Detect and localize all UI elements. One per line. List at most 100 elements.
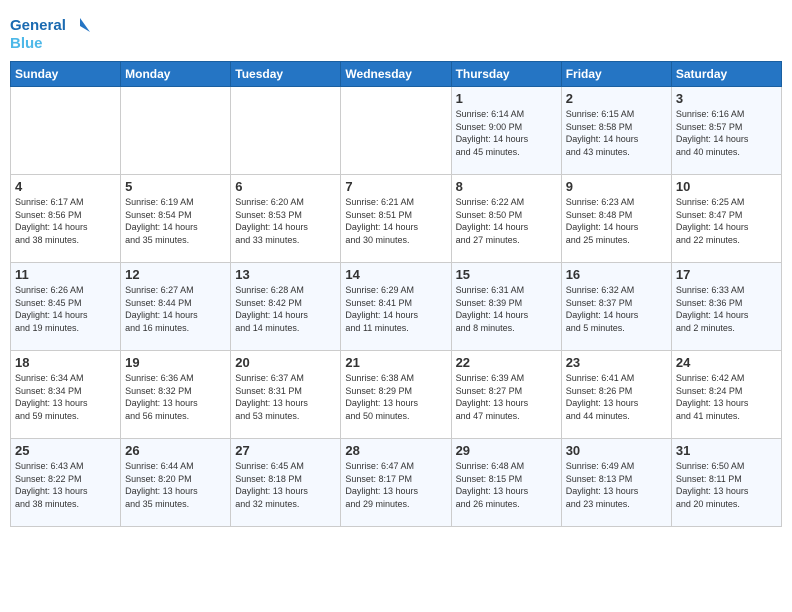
day-number: 27 xyxy=(235,443,336,458)
calendar-cell: 20Sunrise: 6:37 AM Sunset: 8:31 PM Dayli… xyxy=(231,351,341,439)
day-info: Sunrise: 6:45 AM Sunset: 8:18 PM Dayligh… xyxy=(235,460,336,510)
calendar-cell: 4 Sunrise: 6:17 AM Sunset: 8:56 PM Daylig… xyxy=(11,175,121,263)
calendar-week-row: 11 Sunrise: 6:26 AM Sunset: 8:45 PM Dayli… xyxy=(11,263,782,351)
day-number: 14 xyxy=(345,267,446,282)
calendar-cell: 15 Sunrise: 6:31 AM Sunset: 8:39 PM Dayli… xyxy=(451,263,561,351)
calendar-cell: 28 Sunrise: 6:47 AM Sunset: 8:17 PM Dayli… xyxy=(341,439,451,527)
day-header-monday: Monday xyxy=(121,62,231,87)
day-info: Sunrise: 6:15 AM Sunset: 8:58 PM Dayligh… xyxy=(566,108,667,158)
calendar-cell: 10 Sunrise: 6:25 AM Sunset: 8:47 PM Dayli… xyxy=(671,175,781,263)
day-number: 13 xyxy=(235,267,336,282)
day-info: Sunrise: 6:38 AM Sunset: 8:29 PM Dayligh… xyxy=(345,372,446,422)
calendar-week-row: 1Sunrise: 6:14 AM Sunset: 9:00 PM Daylig… xyxy=(11,87,782,175)
calendar-cell: 16Sunrise: 6:32 AM Sunset: 8:37 PM Dayli… xyxy=(561,263,671,351)
day-info: Sunrise: 6:21 AM Sunset: 8:51 PM Dayligh… xyxy=(345,196,446,246)
calendar-cell: 9Sunrise: 6:23 AM Sunset: 8:48 PM Daylig… xyxy=(561,175,671,263)
day-info: Sunrise: 6:28 AM Sunset: 8:42 PM Dayligh… xyxy=(235,284,336,334)
page-header: General Blue xyxy=(10,10,782,55)
calendar-cell: 26 Sunrise: 6:44 AM Sunset: 8:20 PM Dayli… xyxy=(121,439,231,527)
day-header-thursday: Thursday xyxy=(451,62,561,87)
day-info: Sunrise: 6:43 AM Sunset: 8:22 PM Dayligh… xyxy=(15,460,116,510)
day-info: Sunrise: 6:22 AM Sunset: 8:50 PM Dayligh… xyxy=(456,196,557,246)
day-header-tuesday: Tuesday xyxy=(231,62,341,87)
day-info: Sunrise: 6:49 AM Sunset: 8:13 PM Dayligh… xyxy=(566,460,667,510)
calendar-cell: 31 Sunrise: 6:50 AM Sunset: 8:11 PM Dayli… xyxy=(671,439,781,527)
calendar-cell: 30 Sunrise: 6:49 AM Sunset: 8:13 PM Dayli… xyxy=(561,439,671,527)
day-number: 2 xyxy=(566,91,667,106)
day-number: 21 xyxy=(345,355,446,370)
calendar-week-row: 4 Sunrise: 6:17 AM Sunset: 8:56 PM Daylig… xyxy=(11,175,782,263)
calendar-cell: 1Sunrise: 6:14 AM Sunset: 9:00 PM Daylig… xyxy=(451,87,561,175)
calendar-cell: 11 Sunrise: 6:26 AM Sunset: 8:45 PM Dayli… xyxy=(11,263,121,351)
calendar-cell: 23 Sunrise: 6:41 AM Sunset: 8:26 PM Dayli… xyxy=(561,351,671,439)
day-info: Sunrise: 6:17 AM Sunset: 8:56 PM Dayligh… xyxy=(15,196,116,246)
day-info: Sunrise: 6:34 AM Sunset: 8:34 PM Dayligh… xyxy=(15,372,116,422)
calendar-cell: 5 Sunrise: 6:19 AM Sunset: 8:54 PM Daylig… xyxy=(121,175,231,263)
day-number: 25 xyxy=(15,443,116,458)
day-number: 5 xyxy=(125,179,226,194)
calendar-cell: 18 Sunrise: 6:34 AM Sunset: 8:34 PM Dayli… xyxy=(11,351,121,439)
svg-text:Blue: Blue xyxy=(10,35,43,52)
day-number: 23 xyxy=(566,355,667,370)
calendar-cell: 25 Sunrise: 6:43 AM Sunset: 8:22 PM Dayli… xyxy=(11,439,121,527)
calendar-week-row: 18 Sunrise: 6:34 AM Sunset: 8:34 PM Dayli… xyxy=(11,351,782,439)
calendar-table: SundayMondayTuesdayWednesdayThursdayFrid… xyxy=(10,61,782,527)
day-number: 8 xyxy=(456,179,557,194)
day-info: Sunrise: 6:27 AM Sunset: 8:44 PM Dayligh… xyxy=(125,284,226,334)
day-header-friday: Friday xyxy=(561,62,671,87)
calendar-cell: 14Sunrise: 6:29 AM Sunset: 8:41 PM Dayli… xyxy=(341,263,451,351)
day-number: 29 xyxy=(456,443,557,458)
calendar-cell: 27 Sunrise: 6:45 AM Sunset: 8:18 PM Dayli… xyxy=(231,439,341,527)
day-number: 3 xyxy=(676,91,777,106)
calendar-cell: 8 Sunrise: 6:22 AM Sunset: 8:50 PM Daylig… xyxy=(451,175,561,263)
day-number: 16 xyxy=(566,267,667,282)
day-number: 7 xyxy=(345,179,446,194)
day-info: Sunrise: 6:37 AM Sunset: 8:31 PM Dayligh… xyxy=(235,372,336,422)
calendar-cell xyxy=(231,87,341,175)
calendar-cell xyxy=(341,87,451,175)
day-info: Sunrise: 6:20 AM Sunset: 8:53 PM Dayligh… xyxy=(235,196,336,246)
day-number: 24 xyxy=(676,355,777,370)
day-info: Sunrise: 6:26 AM Sunset: 8:45 PM Dayligh… xyxy=(15,284,116,334)
day-info: Sunrise: 6:31 AM Sunset: 8:39 PM Dayligh… xyxy=(456,284,557,334)
day-info: Sunrise: 6:41 AM Sunset: 8:26 PM Dayligh… xyxy=(566,372,667,422)
day-number: 18 xyxy=(15,355,116,370)
calendar-cell: 22 Sunrise: 6:39 AM Sunset: 8:27 PM Dayli… xyxy=(451,351,561,439)
svg-text:General: General xyxy=(10,17,66,34)
calendar-cell: 19Sunrise: 6:36 AM Sunset: 8:32 PM Dayli… xyxy=(121,351,231,439)
day-number: 11 xyxy=(15,267,116,282)
day-info: Sunrise: 6:44 AM Sunset: 8:20 PM Dayligh… xyxy=(125,460,226,510)
day-info: Sunrise: 6:50 AM Sunset: 8:11 PM Dayligh… xyxy=(676,460,777,510)
calendar-cell: 3Sunrise: 6:16 AM Sunset: 8:57 PM Daylig… xyxy=(671,87,781,175)
day-header-saturday: Saturday xyxy=(671,62,781,87)
calendar-cell: 24Sunrise: 6:42 AM Sunset: 8:24 PM Dayli… xyxy=(671,351,781,439)
day-number: 22 xyxy=(456,355,557,370)
calendar-cell: 13 Sunrise: 6:28 AM Sunset: 8:42 PM Dayli… xyxy=(231,263,341,351)
day-info: Sunrise: 6:47 AM Sunset: 8:17 PM Dayligh… xyxy=(345,460,446,510)
day-header-wednesday: Wednesday xyxy=(341,62,451,87)
day-info: Sunrise: 6:33 AM Sunset: 8:36 PM Dayligh… xyxy=(676,284,777,334)
day-number: 28 xyxy=(345,443,446,458)
day-number: 17 xyxy=(676,267,777,282)
day-info: Sunrise: 6:25 AM Sunset: 8:47 PM Dayligh… xyxy=(676,196,777,246)
day-number: 15 xyxy=(456,267,557,282)
day-info: Sunrise: 6:19 AM Sunset: 8:54 PM Dayligh… xyxy=(125,196,226,246)
calendar-cell: 6 Sunrise: 6:20 AM Sunset: 8:53 PM Daylig… xyxy=(231,175,341,263)
calendar-cell: 2 Sunrise: 6:15 AM Sunset: 8:58 PM Daylig… xyxy=(561,87,671,175)
calendar-cell: 21 Sunrise: 6:38 AM Sunset: 8:29 PM Dayli… xyxy=(341,351,451,439)
day-number: 12 xyxy=(125,267,226,282)
logo-svg: General Blue xyxy=(10,10,90,55)
day-number: 6 xyxy=(235,179,336,194)
day-number: 30 xyxy=(566,443,667,458)
day-number: 10 xyxy=(676,179,777,194)
day-info: Sunrise: 6:48 AM Sunset: 8:15 PM Dayligh… xyxy=(456,460,557,510)
day-number: 31 xyxy=(676,443,777,458)
calendar-header-row: SundayMondayTuesdayWednesdayThursdayFrid… xyxy=(11,62,782,87)
calendar-cell xyxy=(11,87,121,175)
day-info: Sunrise: 6:39 AM Sunset: 8:27 PM Dayligh… xyxy=(456,372,557,422)
calendar-cell: 29 Sunrise: 6:48 AM Sunset: 8:15 PM Dayli… xyxy=(451,439,561,527)
day-number: 4 xyxy=(15,179,116,194)
day-header-sunday: Sunday xyxy=(11,62,121,87)
calendar-cell xyxy=(121,87,231,175)
day-number: 26 xyxy=(125,443,226,458)
